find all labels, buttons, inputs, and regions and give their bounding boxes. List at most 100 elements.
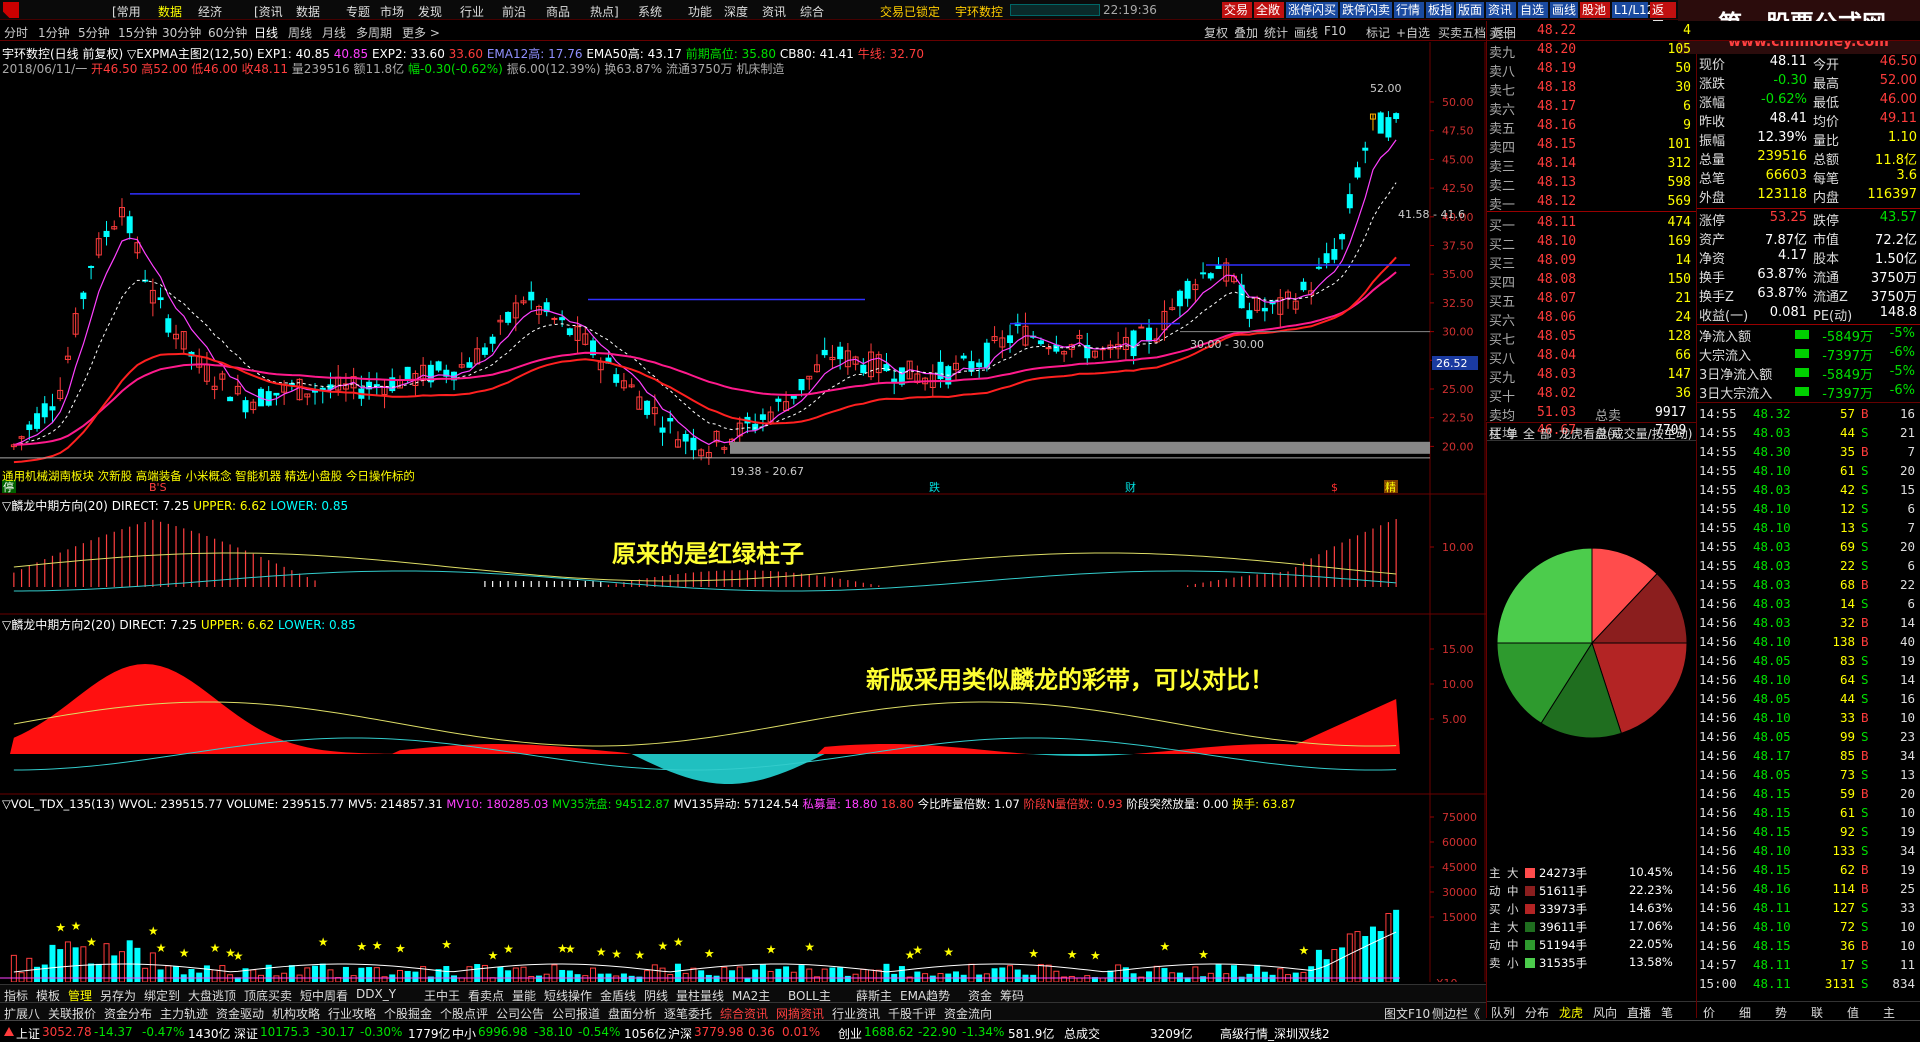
- top-button-7[interactable]: 资讯: [1486, 2, 1516, 18]
- indicator-tab-8[interactable]: DDX_Y: [356, 987, 396, 1001]
- menu-item-11[interactable]: 热点]: [590, 3, 619, 20]
- menu-item-12[interactable]: 系统: [638, 3, 662, 20]
- top-button-11[interactable]: L1/L12: [1612, 2, 1654, 18]
- bid-row[interactable]: 买三 48.09 14: [1487, 251, 1697, 272]
- menu-item-15[interactable]: 资讯: [762, 3, 786, 20]
- bid-row[interactable]: 买二 48.10 169: [1487, 232, 1697, 253]
- chart-tool-2[interactable]: 统计: [1264, 24, 1288, 41]
- menu-item-2[interactable]: 经济: [198, 3, 222, 20]
- menu-item-0[interactable]: [常用: [112, 3, 141, 20]
- chart-tool-4[interactable]: F10: [1324, 24, 1346, 38]
- bid-row[interactable]: 买一 48.11 474: [1487, 213, 1697, 234]
- tick-tab-5[interactable]: 主: [1883, 1004, 1895, 1021]
- pie-tab-3[interactable]: 部: [1540, 425, 1552, 442]
- cy-label[interactable]: 创业: [838, 1025, 862, 1042]
- tick-list[interactable]: 14:55 48.32 57 B 16 14:55 48.03 44 S 21 14:55 48.30…: [1696, 402, 1920, 1021]
- chart-area[interactable]: 50.00 47.50 45.00 42.50 40.00 37.50 35.00 32.50…: [0, 42, 1486, 982]
- tick-tab-0[interactable]: 价: [1703, 1004, 1715, 1021]
- bid-row[interactable]: 买十 48.02 36: [1487, 384, 1697, 405]
- pie-tab-1[interactable]: 单: [1506, 425, 1518, 442]
- ask-row[interactable]: 卖九 48.20 105: [1487, 40, 1697, 61]
- chart-tool-3[interactable]: 画线: [1294, 24, 1318, 41]
- chart-tool-1[interactable]: 叠加: [1234, 24, 1258, 41]
- chart-tool-7[interactable]: 买卖五档: [1438, 24, 1486, 41]
- top-button-10[interactable]: 股池: [1580, 2, 1610, 18]
- chart-tool-5[interactable]: 标记: [1366, 24, 1390, 41]
- ind2-title[interactable]: ▽麟龙中期方向2(20): [2, 618, 116, 632]
- period-10[interactable]: 更多 >: [402, 24, 440, 41]
- pie-tab-2[interactable]: 全: [1523, 425, 1535, 442]
- pie-tab-0[interactable]: 柱: [1489, 425, 1501, 442]
- menu-item-13[interactable]: 功能: [688, 3, 712, 20]
- top-button-4[interactable]: 行情: [1394, 2, 1424, 18]
- period-8[interactable]: 月线: [322, 24, 346, 41]
- chart-tool-0[interactable]: 复权: [1204, 24, 1228, 41]
- top-button-8[interactable]: 自选: [1518, 2, 1548, 18]
- ask-row[interactable]: 卖十 48.22 4: [1487, 21, 1697, 42]
- ask-row[interactable]: 卖一 48.12 569: [1487, 192, 1697, 213]
- side-tab-0[interactable]: 队列: [1491, 1004, 1515, 1021]
- side-tab-4[interactable]: 直播: [1627, 1004, 1651, 1021]
- ask-row[interactable]: 卖四 48.15 101: [1487, 135, 1697, 156]
- period-0[interactable]: 分时: [4, 24, 28, 41]
- top-button-2[interactable]: 涨停闪买: [1286, 2, 1338, 18]
- menu-item-7[interactable]: 发现: [418, 3, 442, 20]
- menu-item-16[interactable]: 综合: [800, 3, 824, 20]
- period-4[interactable]: 30分钟: [162, 24, 201, 41]
- period-6[interactable]: 日线: [254, 24, 278, 41]
- tick-tab-3[interactable]: 联: [1811, 1004, 1823, 1021]
- bid-row[interactable]: 买五 48.07 21: [1487, 289, 1697, 310]
- period-9[interactable]: 多周期: [356, 24, 392, 41]
- tick-tab-1[interactable]: 细: [1739, 1004, 1751, 1021]
- app-logo-icon[interactable]: [3, 2, 19, 18]
- chart-title[interactable]: 宇环数控(日线 前复权): [2, 47, 123, 61]
- menu-item-14[interactable]: 深度: [724, 3, 748, 20]
- bid-row[interactable]: 买七 48.05 128: [1487, 327, 1697, 348]
- tick-tab-2[interactable]: 势: [1775, 1004, 1787, 1021]
- period-5[interactable]: 60分钟: [208, 24, 247, 41]
- zx-label[interactable]: 中小: [452, 1025, 476, 1042]
- ask-row[interactable]: 卖七 48.18 30: [1487, 78, 1697, 99]
- ask-row[interactable]: 卖二 48.13 598: [1487, 173, 1697, 194]
- top-button-12[interactable]: 返回: [1650, 2, 1676, 33]
- side-tab-3[interactable]: 风向: [1593, 1004, 1617, 1021]
- side-tab-2[interactable]: 龙虎: [1559, 1004, 1583, 1021]
- ind1-title[interactable]: ▽麟龙中期方向(20): [2, 499, 108, 513]
- period-2[interactable]: 5分钟: [78, 24, 110, 41]
- menu-item-9[interactable]: 前沿: [502, 3, 526, 20]
- market-mode[interactable]: 高级行情_深圳双线2: [1220, 1025, 1330, 1042]
- menu-item-5[interactable]: 专题: [346, 3, 370, 20]
- side-tab-5[interactable]: 笔: [1661, 1004, 1673, 1021]
- top-button-6[interactable]: 版面: [1456, 2, 1484, 18]
- menu-item-10[interactable]: 商品: [546, 3, 570, 20]
- top-button-5[interactable]: 板指: [1426, 2, 1454, 18]
- ask-row[interactable]: 卖八 48.19 50: [1487, 59, 1697, 80]
- top-button-1[interactable]: 全敞: [1254, 2, 1284, 18]
- ask-row[interactable]: 卖五 48.16 9: [1487, 116, 1697, 137]
- period-3[interactable]: 15分钟: [118, 24, 157, 41]
- top-button-0[interactable]: 交易: [1222, 2, 1252, 18]
- vol-title[interactable]: ▽VOL_TDX_135(13): [2, 797, 115, 811]
- tick-tab-4[interactable]: 值: [1847, 1004, 1859, 1021]
- bid-row[interactable]: 买八 48.04 66: [1487, 346, 1697, 367]
- sh-label[interactable]: 上证: [16, 1025, 40, 1042]
- ask-row[interactable]: 卖三 48.14 312: [1487, 154, 1697, 175]
- menu-item-1[interactable]: 数据: [158, 3, 182, 20]
- menu-item-3[interactable]: [资讯: [254, 3, 283, 20]
- menu-item-6[interactable]: 市场: [380, 3, 404, 20]
- bid-row[interactable]: 买九 48.03 147: [1487, 365, 1697, 386]
- menu-item-4[interactable]: 数据: [296, 3, 320, 20]
- top-button-9[interactable]: 画线: [1550, 2, 1578, 18]
- chart-tool-6[interactable]: +自选: [1396, 24, 1430, 41]
- menu-item-8[interactable]: 行业: [460, 3, 484, 20]
- hs-label[interactable]: 沪深: [668, 1025, 692, 1042]
- period-7[interactable]: 周线: [288, 24, 312, 41]
- top-button-3[interactable]: 跌停闪卖: [1340, 2, 1392, 18]
- bid-row[interactable]: 买六 48.06 24: [1487, 308, 1697, 329]
- sz-label[interactable]: 深证: [234, 1025, 258, 1042]
- side-tab-1[interactable]: 分布: [1525, 1004, 1549, 1021]
- ask-row[interactable]: 卖六 48.17 6: [1487, 97, 1697, 118]
- indicator-name[interactable]: ▽EXPMA主图2(12,50): [127, 47, 253, 61]
- period-1[interactable]: 1分钟: [38, 24, 70, 41]
- bid-row[interactable]: 买四 48.08 150: [1487, 270, 1697, 291]
